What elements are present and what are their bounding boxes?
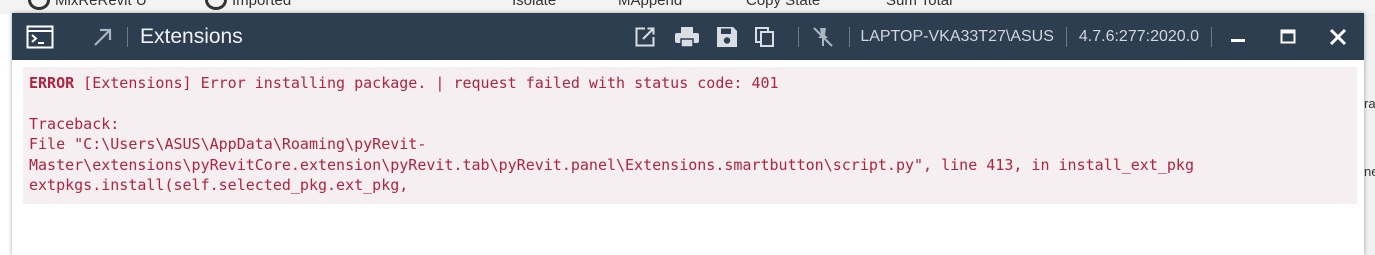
maximize-icon[interactable] <box>1268 17 1308 57</box>
background-app-edge: ra ne <box>1364 14 1375 255</box>
error-message: [Extensions] Error installing package. |… <box>74 74 779 92</box>
background-ribbon: MlxReRevit U Imported Isolate MAppend Co… <box>0 0 1375 14</box>
ribbon-label-isolate[interactable]: Isolate <box>512 0 556 9</box>
ribbon-label-imported[interactable]: Imported <box>232 0 291 9</box>
ribbon-icon <box>28 0 50 10</box>
toolbar-separator <box>849 26 851 47</box>
console-icon[interactable] <box>26 25 54 49</box>
traceback-line: Master\extensions\pyRevitCore.extension\… <box>29 155 1194 174</box>
toolbar-separator <box>798 26 800 47</box>
output-content: ERROR [Extensions] Error installing pack… <box>12 60 1364 255</box>
expand-arrow-icon[interactable] <box>92 26 114 48</box>
traceback-line: File "C:\Users\ASUS\AppData\Roaming\pyRe… <box>29 135 427 153</box>
ribbon-label-sum-total[interactable]: Sum Total <box>886 0 952 9</box>
copy-icon[interactable] <box>754 26 776 48</box>
output-window: Extensions LAPTOP-VKA33T27\ASUS 4.7.6:27… <box>12 13 1364 255</box>
pin-icon[interactable] <box>811 25 835 49</box>
close-icon[interactable] <box>1318 17 1358 57</box>
error-line: ERROR [Extensions] Error installing pack… <box>29 73 1357 94</box>
machine-label: LAPTOP-VKA33T27\ASUS <box>860 27 1054 45</box>
error-message-block: ERROR [Extensions] Error installing pack… <box>23 67 1357 204</box>
ribbon-label-mini: MlxReRevit U <box>55 0 147 9</box>
window-title: Extensions <box>140 24 243 48</box>
open-external-icon[interactable] <box>634 26 656 48</box>
toolbar-separator <box>1065 26 1067 47</box>
traceback-line: extpkgs.install(self.selected_pkg.ext_pk… <box>29 176 409 194</box>
print-icon[interactable] <box>674 26 700 48</box>
save-icon[interactable] <box>716 26 738 48</box>
toolbar-separator <box>1211 26 1212 47</box>
error-level: ERROR <box>29 74 75 92</box>
ribbon-label-copy-state[interactable]: Copy State <box>746 0 820 9</box>
ribbon-icon <box>205 0 227 10</box>
version-label: 4.7.6:277:2020.0 <box>1078 27 1199 45</box>
ribbon-label-mappend[interactable]: MAppend <box>618 0 682 9</box>
minimize-icon[interactable] <box>1218 17 1258 57</box>
title-separator <box>127 26 128 47</box>
window-titlebar[interactable]: Extensions LAPTOP-VKA33T27\ASUS 4.7.6:27… <box>12 13 1364 60</box>
traceback-label: Traceback: <box>29 114 120 133</box>
